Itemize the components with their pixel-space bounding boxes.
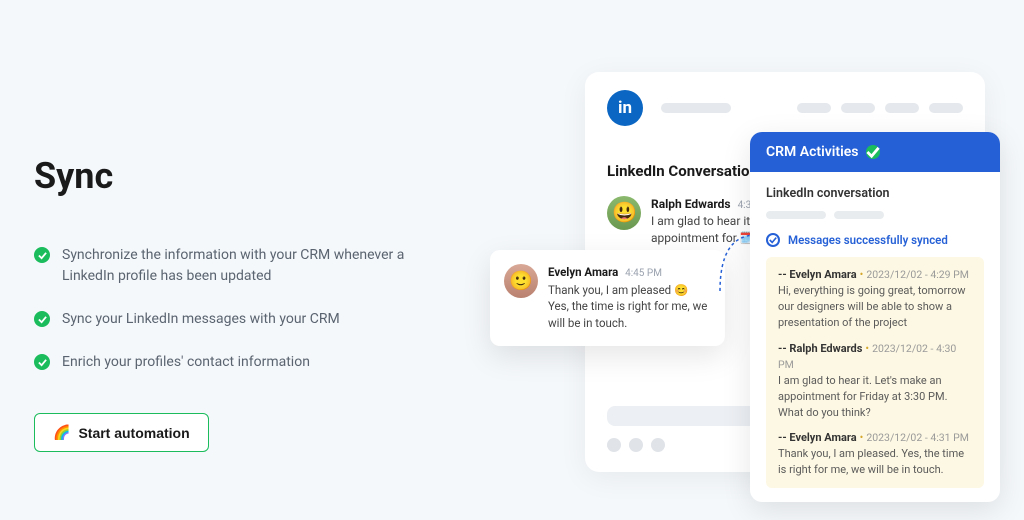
check-icon [34, 354, 50, 370]
feature-list: Synchronize the information with your CR… [34, 245, 454, 373]
crm-panel: CRM Activities LinkedIn conversation Mes… [750, 132, 1000, 502]
dot-icon [629, 438, 643, 452]
check-icon [34, 311, 50, 327]
linkedin-icon: in [607, 90, 643, 126]
visual-cluster: in LinkedIn Conversation Ralph Edwards 4… [490, 60, 1024, 520]
feature-item: Enrich your profiles' contact informatio… [34, 352, 454, 373]
dot-icon [651, 438, 665, 452]
sync-status: Messages successfully synced [766, 233, 984, 247]
placeholder-row [766, 211, 984, 219]
avatar [504, 264, 538, 298]
entry-text: Thank you, I am pleased. Yes, the time i… [778, 446, 972, 478]
feature-text: Sync your LinkedIn messages with your CR… [62, 309, 340, 330]
crm-entry: -- Evelyn Amara•2023/12/02 - 4:29 PM Hi,… [778, 267, 972, 331]
placeholder-bar [834, 211, 884, 219]
crm-header-title: CRM Activities [766, 144, 858, 160]
feature-item: Synchronize the information with your CR… [34, 245, 454, 287]
cta-label: Start automation [78, 425, 189, 441]
placeholder-bar [661, 103, 731, 113]
dot-icon [607, 438, 621, 452]
entry-date: 2023/12/02 - 4:31 PM [866, 431, 969, 444]
placeholder-bar [766, 211, 826, 219]
start-automation-button[interactable]: 🌈 Start automation [34, 413, 209, 452]
check-icon [866, 145, 880, 159]
placeholder-bar [841, 103, 875, 113]
message-author: Evelyn Amara [548, 265, 618, 279]
feature-text: Synchronize the information with your CR… [62, 245, 454, 287]
check-icon [766, 233, 780, 247]
crm-subtitle: LinkedIn conversation [766, 186, 984, 201]
crm-header: CRM Activities [750, 132, 1000, 172]
entry-date: 2023/12/02 - 4:29 PM [866, 268, 969, 281]
entry-from: Evelyn Amara [789, 431, 856, 444]
message-text: Thank you, I am pleased 😊 Yes, the time … [548, 282, 711, 332]
crm-entry: -- Evelyn Amara•2023/12/02 - 4:31 PM Tha… [778, 430, 972, 478]
entry-from: Evelyn Amara [789, 268, 856, 281]
floating-message-card: Evelyn Amara 4:45 PM Thank you, I am ple… [490, 250, 725, 346]
entry-from: Ralph Edwards [789, 342, 862, 355]
placeholder-bar [929, 103, 963, 113]
entry-text: I am glad to hear it. Let's make an appo… [778, 373, 972, 421]
placeholder-bar [797, 103, 831, 113]
crm-log: -- Evelyn Amara•2023/12/02 - 4:29 PM Hi,… [766, 257, 984, 488]
rainbow-icon: 🌈 [53, 424, 70, 441]
feature-item: Sync your LinkedIn messages with your CR… [34, 309, 454, 330]
check-icon [34, 247, 50, 263]
sync-status-text: Messages successfully synced [788, 233, 948, 247]
entry-text: Hi, everything is going great, tomorrow … [778, 283, 972, 331]
message-author: Ralph Edwards [651, 197, 731, 211]
placeholder-bar [885, 103, 919, 113]
feature-text: Enrich your profiles' contact informatio… [62, 352, 310, 373]
linkedin-header: in [607, 90, 963, 126]
avatar [607, 196, 641, 230]
message-time: 4:45 PM [625, 268, 662, 279]
page-title: Sync [34, 155, 454, 197]
crm-entry: -- Ralph Edwards•2023/12/02 - 4:30 PM I … [778, 341, 972, 421]
